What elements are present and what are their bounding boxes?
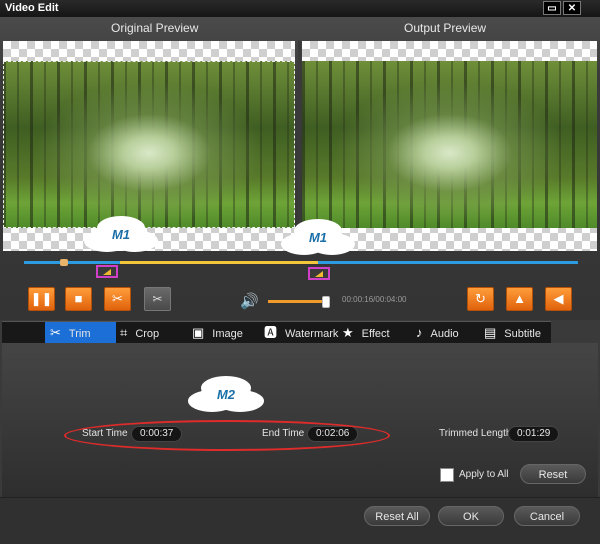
- cut-button[interactable]: ✂: [104, 287, 131, 311]
- preview-divider: [298, 41, 301, 251]
- volume-icon[interactable]: 🔊: [240, 292, 259, 310]
- rotate-icon: ↻: [475, 291, 486, 306]
- original-preview-label: Original Preview: [111, 21, 199, 35]
- marker-end-icon: [315, 271, 323, 277]
- tab-image[interactable]: ▣ Image: [192, 322, 256, 343]
- marker-start-icon: [103, 269, 111, 275]
- tab-subtitle-label: Subtitle: [504, 328, 541, 340]
- annotation-ellipse: [64, 420, 390, 451]
- crop-icon: ⌗: [120, 325, 128, 340]
- flip-vertical-icon: ▲: [513, 291, 526, 306]
- flip-horizontal-button[interactable]: ◀: [545, 287, 572, 311]
- tab-audio[interactable]: ♪ Audio: [416, 322, 480, 343]
- rotate-button[interactable]: ↻: [467, 287, 494, 311]
- pause-button[interactable]: ❚❚: [28, 287, 55, 311]
- reset-button[interactable]: Reset: [520, 464, 586, 484]
- cut-disabled-button: ✂: [144, 287, 171, 311]
- restore-button[interactable]: ▭: [543, 1, 561, 15]
- trim-panel: [2, 343, 598, 497]
- tab-effect[interactable]: ★ Effect: [342, 322, 406, 343]
- trim-start-marker[interactable]: [96, 265, 118, 278]
- output-video-frame: [302, 61, 597, 228]
- scissors-icon: ✂: [112, 291, 123, 306]
- music-icon: ♪: [416, 325, 423, 340]
- tab-crop-label: Crop: [135, 328, 160, 340]
- trim-end-marker[interactable]: [308, 267, 330, 280]
- tab-subtitle[interactable]: ▤ Subtitle: [484, 322, 551, 343]
- close-button[interactable]: ✕: [563, 1, 581, 15]
- flip-vertical-button[interactable]: ▲: [506, 287, 533, 311]
- pause-icon: ❚❚: [30, 291, 53, 306]
- scissors-icon: ✂: [50, 325, 61, 340]
- volume-slider-fill: [268, 300, 325, 303]
- tab-trim-label: Trim: [68, 328, 91, 340]
- star-icon: ★: [342, 325, 354, 340]
- stop-button[interactable]: ■: [65, 287, 92, 311]
- tab-audio-label: Audio: [430, 328, 459, 340]
- playhead[interactable]: [60, 259, 68, 266]
- ok-button[interactable]: OK: [438, 506, 504, 526]
- edit-tabs: ✂ Trim ⌗ Crop ▣ Image 🅰 Watermark ★ Effect ♪ A…: [2, 321, 551, 343]
- footer-bar: [0, 497, 600, 544]
- watermark-icon: 🅰: [264, 325, 278, 340]
- stop-icon: ■: [74, 291, 83, 306]
- subtitle-icon: ▤: [484, 325, 497, 340]
- time-display: 00:00:16/00:04:00: [342, 295, 407, 304]
- tab-watermark[interactable]: 🅰 Watermark: [264, 322, 344, 343]
- apply-to-all-label: Apply to All: [459, 469, 509, 480]
- cancel-button[interactable]: Cancel: [514, 506, 580, 526]
- timeline-selection: [120, 261, 318, 264]
- tab-watermark-label: Watermark: [285, 328, 339, 340]
- flip-horizontal-icon: ◀: [553, 291, 564, 306]
- tab-crop[interactable]: ⌗ Crop: [120, 322, 184, 343]
- image-icon: ▣: [192, 325, 205, 340]
- trimmed-length-value: 0:01:29: [508, 426, 560, 442]
- tab-trim[interactable]: ✂ Trim: [45, 322, 116, 343]
- annotation-m1-left: M1: [96, 222, 146, 248]
- scissors-icon: ✂: [152, 292, 163, 306]
- annotation-m1-right: M1: [293, 225, 343, 251]
- tab-image-label: Image: [212, 328, 243, 340]
- window-title: Video Edit: [5, 2, 59, 14]
- trimmed-length-label: Trimmed Length: [439, 428, 512, 439]
- title-bar: Video Edit ▭ ✕: [0, 0, 600, 17]
- annotation-m2: M2: [200, 382, 252, 408]
- apply-to-all-checkbox[interactable]: [440, 468, 454, 482]
- crop-frame[interactable]: [3, 61, 295, 228]
- tab-effect-label: Effect: [361, 328, 390, 340]
- volume-slider-knob[interactable]: [322, 296, 330, 308]
- output-preview-label: Output Preview: [404, 21, 487, 35]
- reset-all-button[interactable]: Reset All: [364, 506, 430, 526]
